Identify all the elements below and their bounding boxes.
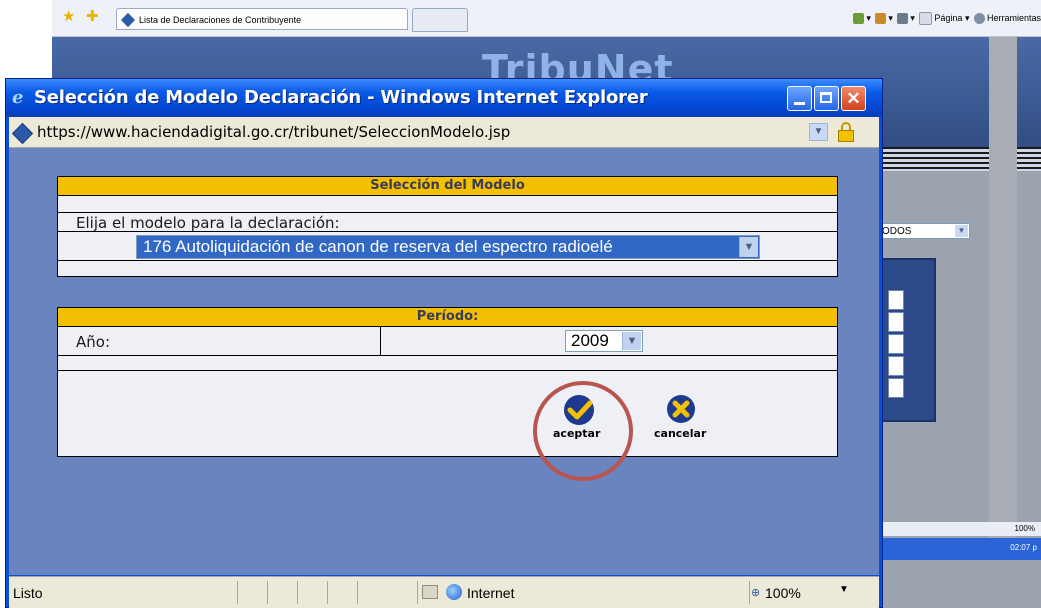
table-cell [888, 334, 904, 354]
background-taskbar: 02:07 p [878, 538, 1041, 560]
security-zone[interactable]: Internet [467, 585, 514, 601]
divider [327, 581, 328, 604]
page-content: Selección del Modelo Elija el modelo par… [9, 148, 879, 575]
divider [297, 581, 298, 604]
tools-gear-icon [973, 13, 985, 25]
x-icon [667, 395, 695, 423]
table-cell [888, 290, 904, 310]
close-button[interactable] [841, 86, 866, 111]
new-tab-button[interactable] [412, 8, 468, 32]
status-text: Listo [13, 585, 43, 601]
cancel-button[interactable]: cancelar [648, 386, 712, 446]
taskbar-clock: 02:07 p [1010, 543, 1037, 552]
chevron-down-icon: ▼ [739, 237, 758, 257]
divider [417, 581, 418, 604]
address-bar[interactable]: https://www.haciendadigital.go.cr/tribun… [9, 117, 879, 148]
lock-icon[interactable] [838, 122, 854, 142]
internet-globe-icon [446, 584, 462, 600]
address-dropdown-button[interactable]: ▼ [809, 123, 828, 141]
window-title: Selección de Modelo Declaración - Window… [34, 87, 648, 108]
chevron-down-icon[interactable]: ▼ [839, 584, 849, 595]
command-bar: ▾ ▾ ▾ Página ▾ Herramientas [851, 8, 1041, 28]
model-select-row: 176 Autoliquidación de canon de reserva … [58, 232, 837, 261]
period-panel: Período: Año: 2009 ▼ [57, 307, 838, 387]
year-select-value: 2009 [571, 331, 609, 350]
title-bar[interactable]: e Selección de Modelo Declaración - Wind… [6, 79, 882, 117]
minimize-button[interactable] [787, 86, 812, 111]
popup-window: e Selección de Modelo Declaración - Wind… [5, 78, 883, 608]
model-selection-panel: Selección del Modelo Elija el modelo par… [57, 176, 838, 277]
spacer-row [58, 356, 837, 371]
background-filter-value: ODOS [882, 226, 912, 237]
page-menu[interactable]: Página [934, 13, 962, 23]
actions-panel: aceptar cancelar [57, 386, 838, 457]
address-url[interactable]: https://www.haciendadigital.go.cr/tribun… [37, 123, 510, 141]
background-table-panel [878, 258, 936, 422]
divider [749, 581, 750, 604]
checkmark-icon [564, 395, 594, 425]
year-select[interactable]: 2009 ▼ [565, 330, 643, 352]
background-gray-column [989, 37, 1017, 552]
background-tab[interactable]: Lista de Declaraciones de Contribuyente [116, 8, 408, 30]
background-tab-title: Lista de Declaraciones de Contribuyente [139, 15, 302, 25]
model-prompt-label: Elija el modelo para la declaración: [76, 214, 340, 232]
print-icon[interactable] [897, 13, 909, 25]
model-select-value: 176 Autoliquidación de canon de reserva … [143, 237, 613, 256]
tools-menu[interactable]: Herramientas [987, 13, 1041, 23]
prompt-row: Elija el modelo para la declaración: [58, 213, 837, 232]
accept-button[interactable]: aceptar [549, 386, 609, 446]
background-zoom[interactable]: 100% [878, 522, 1041, 536]
model-panel-header: Selección del Modelo [58, 177, 837, 196]
cancel-label: cancelar [654, 427, 707, 440]
table-cell [888, 378, 904, 398]
divider [237, 581, 238, 604]
status-bar: Listo Internet ⊕ 100% ▼ [9, 576, 879, 608]
home-icon[interactable] [853, 13, 865, 25]
chevron-down-icon: ▼ [955, 225, 968, 237]
zoom-magnifier-icon: ⊕ [751, 587, 761, 599]
background-filter-select[interactable]: ODOS ▼ [878, 223, 970, 239]
favorites-star-icon[interactable]: ★ [62, 9, 75, 24]
background-browser-toolbar: ★ ✚ Lista de Declaraciones de Contribuye… [52, 0, 1041, 37]
table-cell [888, 356, 904, 376]
ie-logo-icon: e [12, 87, 24, 108]
column-divider [380, 327, 381, 355]
chevron-down-icon: ▼ [622, 332, 641, 350]
divider [357, 581, 358, 604]
site-favicon-icon [11, 122, 34, 145]
period-panel-header: Período: [58, 308, 837, 327]
maximize-button[interactable] [814, 86, 839, 111]
year-label: Año: [76, 333, 110, 351]
zoom-level[interactable]: 100% [765, 585, 801, 601]
spacer-row [58, 196, 837, 213]
page-icon [919, 12, 933, 26]
model-select[interactable]: 176 Autoliquidación de canon de reserva … [136, 235, 760, 259]
table-cell [888, 312, 904, 332]
divider [267, 581, 268, 604]
tab-favicon-icon [120, 12, 136, 28]
add-favorites-icon[interactable]: ✚ [86, 9, 99, 24]
feeds-icon[interactable] [875, 13, 887, 25]
year-row: Año: 2009 ▼ [58, 327, 837, 356]
accept-label: aceptar [553, 427, 601, 440]
security-warning-icon[interactable] [422, 585, 438, 599]
